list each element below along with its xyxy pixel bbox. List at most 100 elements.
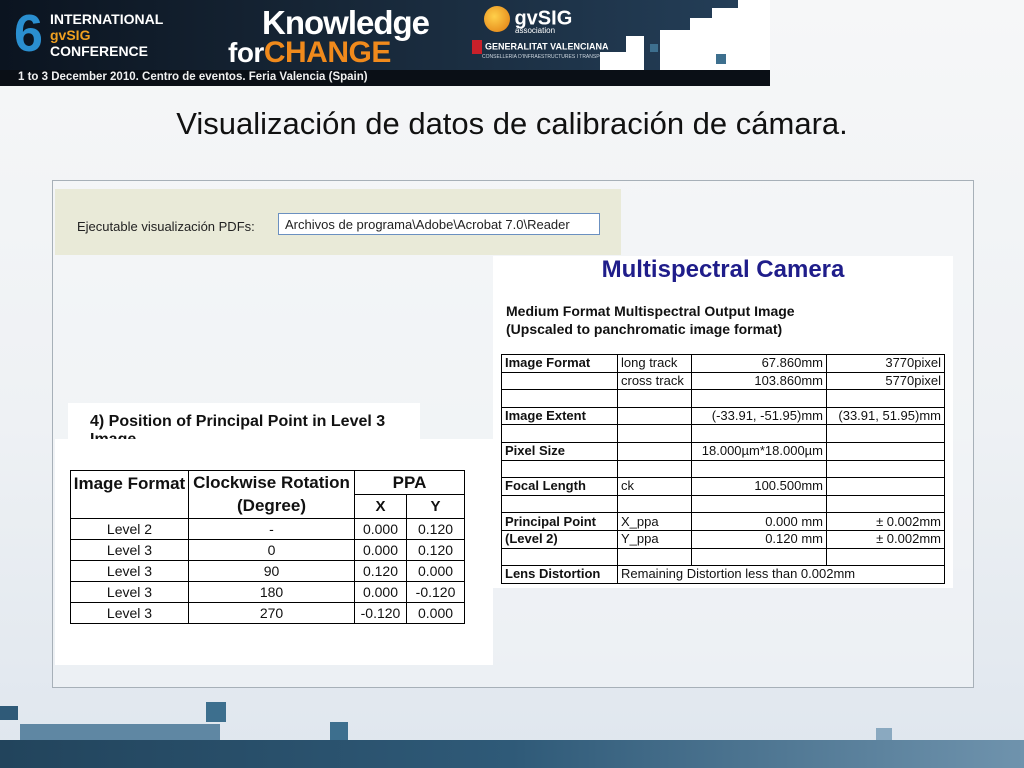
table-row: Level 3 90 0.120 0.000 bbox=[70, 560, 466, 582]
conference-name: INTERNATIONAL gvSIG CONFERENCE bbox=[50, 11, 163, 59]
conference-banner: 6 INTERNATIONAL gvSIG CONFERENCE Knowled… bbox=[0, 0, 770, 86]
table-cell: 0.000 bbox=[354, 581, 407, 603]
table-cell: Y_ppa bbox=[617, 529, 692, 549]
table-row: cross track 103.860mm 5770pixel bbox=[501, 371, 945, 391]
conference-line-3: CONFERENCE bbox=[50, 43, 149, 59]
table-cell: -0.120 bbox=[405, 581, 466, 603]
table-row bbox=[501, 389, 945, 408]
principal-point-heading-box: 4) Position of Principal Point in Level … bbox=[68, 403, 420, 448]
table-cell: (-33.91, -51.95)mm bbox=[691, 406, 827, 426]
table-cell: 90 bbox=[188, 560, 355, 582]
table-cell: cross track bbox=[617, 371, 692, 391]
table-cell: 180 bbox=[188, 581, 355, 603]
table-cell: 0 bbox=[188, 539, 355, 561]
table-cell: 103.860mm bbox=[691, 371, 827, 391]
multispectral-subtitle-1: Medium Format Multispectral Output Image bbox=[506, 303, 795, 319]
table-cell: 67.860mm bbox=[691, 354, 827, 373]
decorative-square bbox=[330, 722, 348, 740]
table-cell: Remaining Distortion less than 0.002mm bbox=[617, 565, 945, 584]
table-cell bbox=[826, 441, 945, 461]
table-cell: Level 3 bbox=[70, 602, 189, 624]
table-cell: 0.000 bbox=[354, 518, 407, 540]
multispectral-title: Multispectral Camera bbox=[601, 256, 845, 283]
table-row: Level 3 270 -0.120 0.000 bbox=[70, 602, 466, 624]
gvsig-association-label: association bbox=[515, 26, 556, 35]
generalitat-shield-icon bbox=[472, 40, 482, 54]
decorative-square bbox=[690, 18, 712, 70]
table-cell: 0.120 bbox=[354, 560, 407, 582]
table-cell: 0.120 mm bbox=[691, 529, 827, 549]
table-cell: Level 3 bbox=[70, 581, 189, 603]
col-ppa: PPA bbox=[353, 470, 466, 495]
table-row bbox=[501, 494, 945, 514]
col-x: X bbox=[354, 494, 407, 519]
table-cell: 0.120 bbox=[405, 518, 466, 540]
table-cell: X_ppa bbox=[617, 512, 692, 531]
table-cell bbox=[617, 441, 692, 461]
decorative-square bbox=[660, 30, 690, 70]
table-cell: -0.120 bbox=[354, 602, 407, 624]
slogan-for: for bbox=[228, 37, 264, 68]
decorative-square bbox=[206, 702, 226, 722]
pdf-viewer-label: Ejecutable visualización PDFs: bbox=[77, 219, 255, 234]
table-cell: - bbox=[188, 518, 355, 540]
decorative-square bbox=[650, 44, 658, 52]
generalitat-name: GENERALITAT VALENCIANA bbox=[485, 41, 609, 52]
table-row: Lens Distortion Remaining Distortion les… bbox=[501, 565, 945, 584]
table-cell: long track bbox=[617, 354, 692, 373]
table-cell: ± 0.002mm bbox=[826, 529, 945, 549]
table-row: Pixel Size 18.000µm*18.000µm bbox=[501, 441, 945, 461]
conference-number: 6 bbox=[14, 5, 43, 63]
conference-line-1: INTERNATIONAL bbox=[50, 11, 164, 27]
conference-line-2: gvSIG bbox=[50, 27, 91, 43]
table-row bbox=[501, 424, 945, 443]
generalitat-subtitle: CONSELLERIA D'INFRAESTRUCTURES I TRANSPO… bbox=[482, 54, 611, 60]
date-bar: 1 to 3 December 2010. Centro de eventos.… bbox=[0, 70, 770, 86]
table-header-row: Image Format Clockwise Rotation PPA bbox=[70, 470, 466, 519]
table-cell bbox=[617, 406, 692, 426]
table-cell: 100.500mm bbox=[691, 477, 827, 496]
table-row: Image Format long track 67.860mm 3770pix… bbox=[501, 354, 945, 373]
table-cell: 270 bbox=[188, 602, 355, 624]
table-cell: ± 0.002mm bbox=[826, 512, 945, 531]
decorative-square bbox=[0, 706, 18, 720]
multispectral-table: Image Format long track 67.860mm 3770pix… bbox=[501, 354, 945, 584]
table-row: Level 3 180 0.000 -0.120 bbox=[70, 581, 466, 603]
table-row: Image Extent (-33.91, -51.95)mm (33.91, … bbox=[501, 406, 945, 426]
slogan-change: CHANGE bbox=[263, 36, 392, 69]
table-cell: ck bbox=[617, 477, 692, 496]
table-row: Principal Point X_ppa 0.000 mm ± 0.002mm bbox=[501, 512, 945, 531]
table-cell bbox=[501, 371, 618, 391]
table-cell: Level 2 bbox=[70, 518, 189, 540]
table-row: Level 2 - 0.000 0.120 bbox=[70, 518, 466, 540]
table-cell: Lens Distortion bbox=[501, 565, 618, 584]
table-cell: (33.91, 51.95)mm bbox=[826, 406, 945, 426]
table-row: (Level 2) Y_ppa 0.120 mm ± 0.002mm bbox=[501, 529, 945, 549]
table-cell: Level 3 bbox=[70, 560, 189, 582]
table-cell: Pixel Size bbox=[501, 441, 618, 461]
table-cell: 0.000 mm bbox=[691, 512, 827, 531]
table-cell bbox=[826, 477, 945, 496]
table-cell: Principal Point bbox=[501, 512, 618, 531]
table-cell: Focal Length bbox=[501, 477, 618, 496]
table-cell: Image Extent bbox=[501, 406, 618, 426]
generalitat-logo: GENERALITAT VALENCIANA bbox=[472, 40, 609, 54]
table-cell: Image Format bbox=[501, 354, 618, 373]
table-row bbox=[501, 459, 945, 479]
table-cell: (Level 2) bbox=[501, 529, 618, 549]
bottom-decoration-band bbox=[0, 740, 1024, 768]
multispectral-subtitle-2: (Upscaled to panchromatic image format) bbox=[506, 321, 783, 337]
decorative-square bbox=[20, 724, 220, 740]
table-cell: 5770pixel bbox=[826, 371, 945, 391]
col-rotation-line-1: Clockwise Rotation bbox=[188, 470, 355, 495]
pdf-viewer-path-input[interactable]: Archivos de programa\Adobe\Acrobat 7.0\R… bbox=[278, 213, 600, 235]
table-cell: 0.000 bbox=[354, 539, 407, 561]
table-cell: 0.120 bbox=[405, 539, 466, 561]
decorative-square bbox=[738, 0, 770, 10]
table-cell: 18.000µm*18.000µm bbox=[691, 441, 827, 461]
table-cell: 3770pixel bbox=[826, 354, 945, 373]
decorative-square bbox=[716, 54, 726, 64]
col-rotation-line-2: (Degree) bbox=[188, 494, 355, 519]
table-cell: Level 3 bbox=[70, 539, 189, 561]
principal-point-panel: Image Format Clockwise Rotation PPA (Deg… bbox=[55, 439, 493, 665]
